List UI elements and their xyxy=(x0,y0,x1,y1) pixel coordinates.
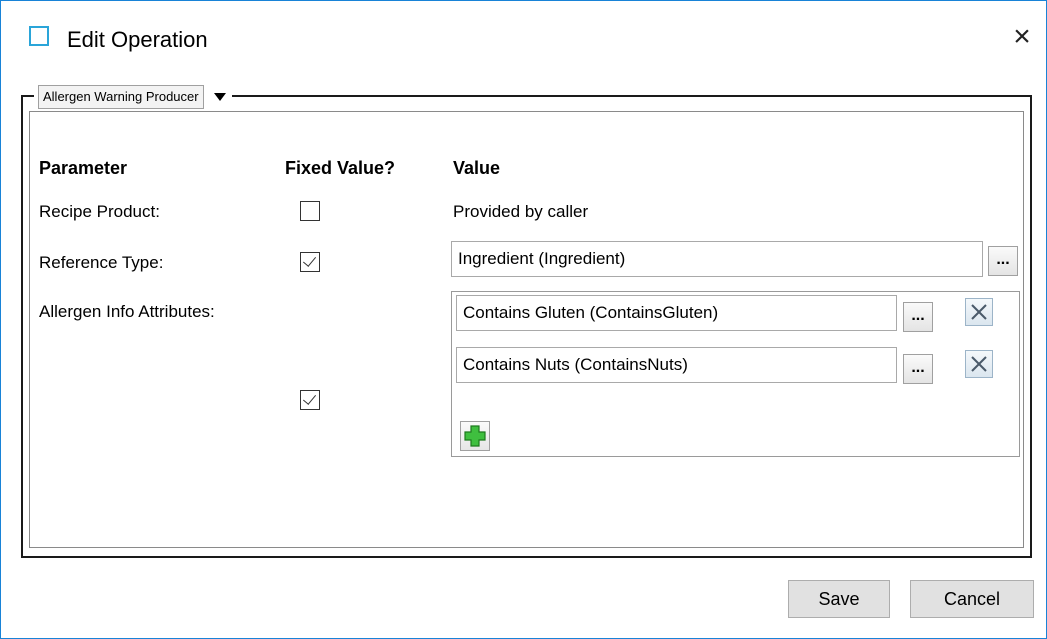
remove-x-icon[interactable] xyxy=(965,298,993,326)
allergen-attribute-browse-button[interactable]: ... xyxy=(903,354,933,384)
param-allergen-info-label: Allergen Info Attributes: xyxy=(39,302,215,321)
triangle-down-icon xyxy=(213,93,226,101)
cancel-button[interactable]: Cancel xyxy=(910,580,1034,618)
recipe-product-value: Provided by caller xyxy=(453,202,589,221)
header-value: Value xyxy=(453,158,501,178)
allergen-attribute-field[interactable]: Contains Gluten (ContainsGluten) xyxy=(456,295,897,331)
reference-type-browse-button[interactable]: ... xyxy=(988,246,1018,276)
header-fixed-value: Fixed Value? xyxy=(285,158,396,178)
dialog-title: Edit Operation xyxy=(67,27,208,52)
reference-type-fixed-checkbox[interactable] xyxy=(300,252,320,272)
allergen-info-fixed-checkbox[interactable] xyxy=(300,390,320,410)
header-parameter: Parameter xyxy=(39,158,128,178)
reference-type-field[interactable]: Ingredient (Ingredient) xyxy=(451,241,983,277)
param-recipe-product-label: Recipe Product: xyxy=(39,202,160,221)
allergen-attribute-browse-button[interactable]: ... xyxy=(903,302,933,332)
operation-type-label: Allergen Warning Producer xyxy=(38,85,204,109)
param-reference-type-label: Reference Type: xyxy=(39,253,164,272)
edit-operation-dialog: Edit Operation × Allergen Warning Produc… xyxy=(0,0,1047,639)
add-attribute-button[interactable] xyxy=(460,421,490,451)
save-button[interactable]: Save xyxy=(788,580,890,618)
operation-type-dropdown[interactable]: Allergen Warning Producer xyxy=(34,85,232,109)
close-icon[interactable]: × xyxy=(1006,21,1038,53)
remove-x-icon[interactable] xyxy=(965,350,993,378)
recipe-product-fixed-checkbox[interactable] xyxy=(300,201,320,221)
green-plus-icon xyxy=(464,425,486,447)
allergen-attribute-field[interactable]: Contains Nuts (ContainsNuts) xyxy=(456,347,897,383)
window-icon xyxy=(29,26,49,46)
